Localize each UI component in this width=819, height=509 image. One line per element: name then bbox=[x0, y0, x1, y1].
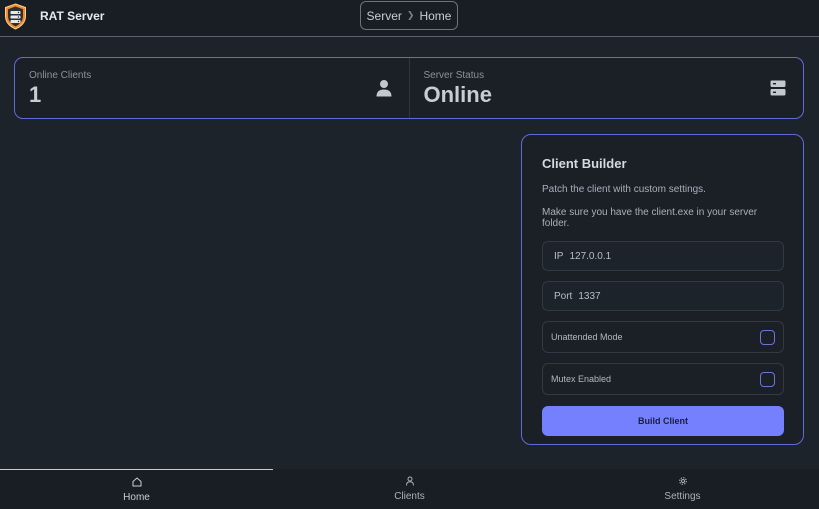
nav-label-settings: Settings bbox=[664, 491, 701, 502]
unattended-mode-row[interactable]: Unattended Mode bbox=[542, 321, 784, 353]
nav-label-home: Home bbox=[123, 491, 150, 503]
builder-note: Make sure you have the client.exe in you… bbox=[542, 207, 758, 229]
mutex-enabled-checkbox[interactable] bbox=[760, 371, 775, 387]
app-title: RAT Server bbox=[40, 9, 105, 23]
stats-panel: Online Clients 1 Server Status Online bbox=[14, 57, 804, 119]
port-label: Port bbox=[554, 290, 573, 302]
nav-label-clients: Clients bbox=[394, 491, 425, 502]
stat-value: Online bbox=[423, 82, 492, 107]
ip-field[interactable]: IP bbox=[542, 241, 784, 271]
mutex-enabled-label: Mutex Enabled bbox=[551, 374, 612, 384]
server-shield-logo bbox=[5, 3, 26, 30]
user-icon bbox=[376, 80, 391, 97]
nav-item-settings[interactable]: Settings bbox=[546, 469, 819, 509]
unattended-mode-checkbox[interactable] bbox=[760, 329, 775, 345]
nav-item-clients[interactable]: Clients bbox=[273, 469, 546, 509]
gear-icon bbox=[678, 477, 687, 485]
stat-server-status: Server Status Online bbox=[408, 58, 804, 118]
builder-title: Client Builder bbox=[542, 156, 627, 171]
stat-title: Server Status bbox=[423, 70, 485, 81]
breadcrumb-home[interactable]: Home bbox=[419, 9, 451, 23]
breadcrumb: Server ❯ Home bbox=[360, 1, 458, 30]
server-icon bbox=[770, 80, 786, 96]
user-icon bbox=[405, 476, 414, 486]
build-client-button[interactable]: Build Client bbox=[542, 406, 784, 436]
unattended-mode-label: Unattended Mode bbox=[551, 332, 623, 342]
stat-value: 1 bbox=[29, 82, 42, 107]
stat-online-clients: Online Clients 1 bbox=[15, 58, 409, 118]
mutex-enabled-row[interactable]: Mutex Enabled bbox=[542, 363, 784, 395]
top-bar: RAT Server Server ❯ Home bbox=[0, 0, 819, 37]
breadcrumb-server[interactable]: Server bbox=[367, 9, 402, 23]
home-icon bbox=[132, 476, 141, 486]
ip-input[interactable] bbox=[569, 250, 750, 262]
port-input[interactable] bbox=[578, 290, 759, 302]
client-builder-card: Client Builder Patch the client with cus… bbox=[521, 134, 804, 445]
bottom-nav: Home Clients Settings bbox=[0, 469, 819, 509]
port-field[interactable]: Port bbox=[542, 281, 784, 311]
builder-description: Patch the client with custom settings. bbox=[542, 184, 706, 195]
ip-label: IP bbox=[554, 250, 564, 262]
stat-title: Online Clients bbox=[29, 70, 92, 81]
nav-item-home[interactable]: Home bbox=[0, 469, 273, 509]
chevron-right-icon: ❯ bbox=[406, 10, 415, 20]
